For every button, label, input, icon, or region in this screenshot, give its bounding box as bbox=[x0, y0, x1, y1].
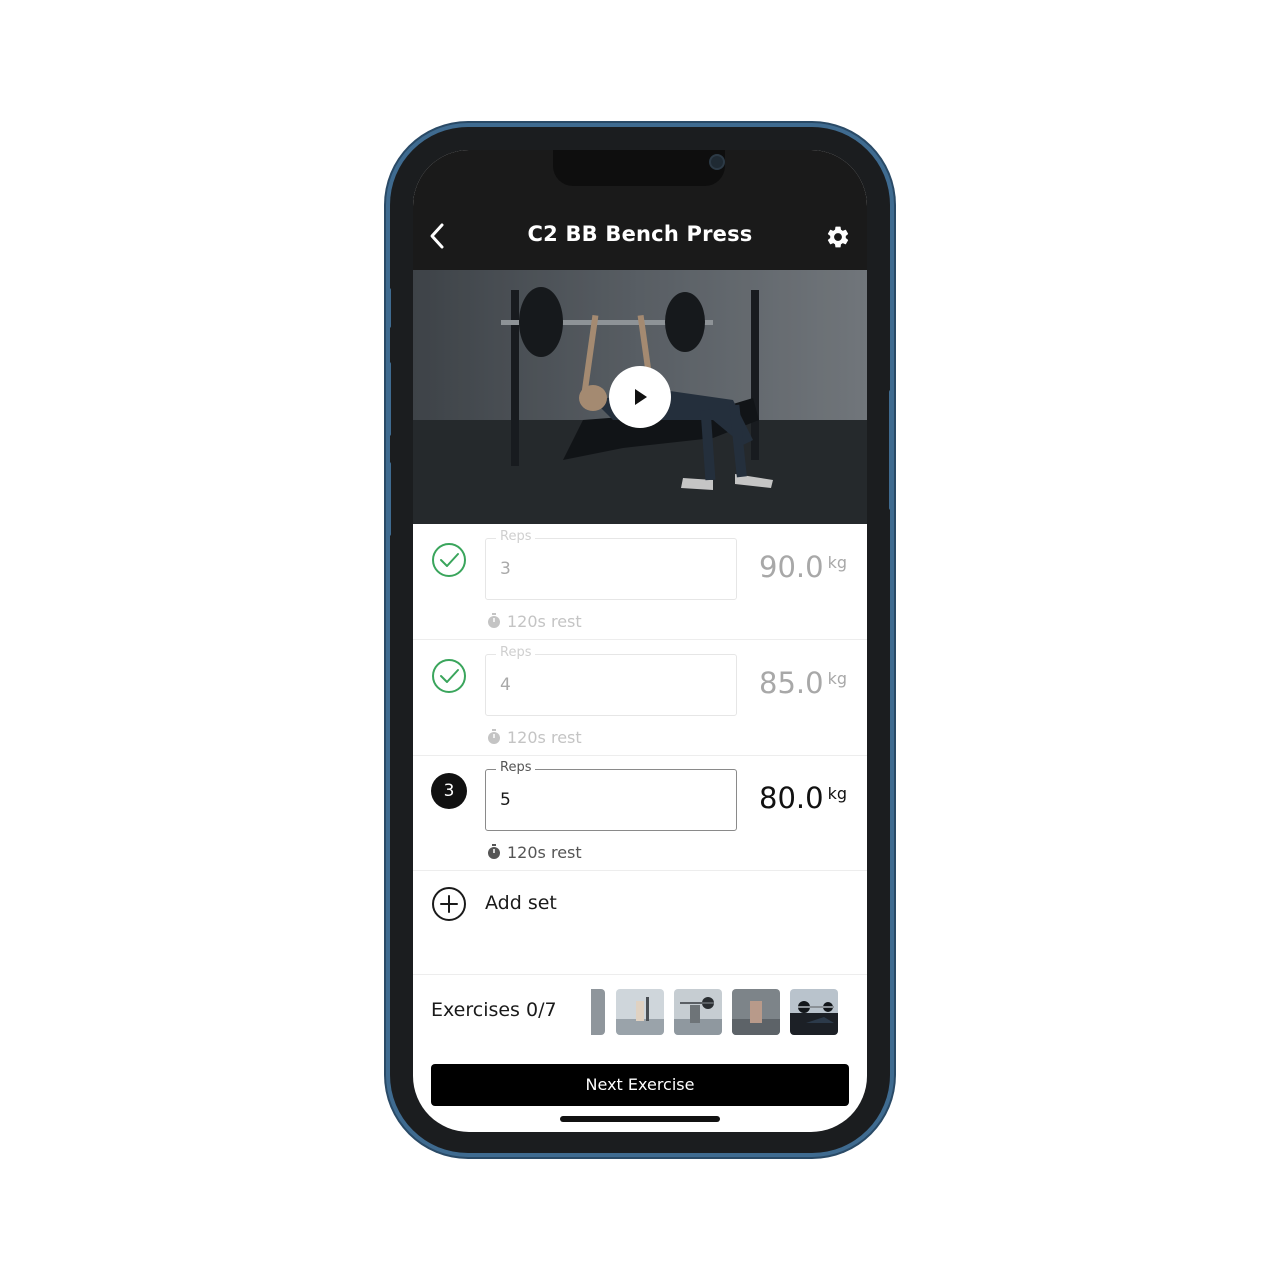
reps-field[interactable]: Reps 3 bbox=[485, 529, 737, 600]
reps-value: 3 bbox=[500, 559, 511, 579]
weight[interactable]: 85.0 kg bbox=[759, 666, 847, 700]
stopwatch-icon bbox=[488, 729, 500, 744]
next-exercise-button[interactable]: Next Exercise bbox=[431, 1064, 849, 1106]
settings-button[interactable] bbox=[825, 224, 851, 250]
reps-field[interactable]: Reps 5 bbox=[485, 760, 737, 831]
exercise-thumbnail[interactable] bbox=[732, 989, 780, 1035]
rest-timer: 120s rest bbox=[487, 843, 582, 862]
set-row-active: 3 Reps 5 80.0 kg 120s rest bbox=[413, 755, 867, 871]
exercises-progress: Exercises 0/7 bbox=[431, 999, 557, 1021]
plus-circle-icon bbox=[432, 887, 466, 921]
rest-timer: 120s rest bbox=[487, 612, 582, 631]
exercise-thumbnail-current[interactable] bbox=[790, 989, 838, 1035]
rest-label: 120s rest bbox=[507, 843, 582, 862]
exercise-thumbnail[interactable] bbox=[591, 989, 605, 1035]
volume-up-button bbox=[386, 362, 391, 436]
weight-unit: kg bbox=[827, 784, 847, 803]
add-set-button[interactable]: Add set bbox=[413, 870, 867, 974]
reps-label: Reps bbox=[496, 529, 536, 544]
weight[interactable]: 80.0 kg bbox=[759, 781, 847, 815]
reps-field[interactable]: Reps 4 bbox=[485, 645, 737, 716]
set-number-badge: 3 bbox=[431, 773, 467, 809]
stopwatch-icon bbox=[488, 613, 500, 628]
home-indicator bbox=[560, 1116, 720, 1122]
reps-value: 4 bbox=[500, 675, 511, 695]
stopwatch-icon bbox=[488, 844, 500, 859]
weight-unit: kg bbox=[827, 553, 847, 572]
front-camera bbox=[709, 154, 725, 170]
weight-value: 90.0 bbox=[759, 550, 824, 584]
exercises-bar: Exercises 0/7 bbox=[413, 974, 867, 1059]
gear-icon bbox=[827, 226, 849, 248]
check-circle-icon[interactable] bbox=[431, 542, 467, 578]
weight[interactable]: 90.0 kg bbox=[759, 550, 847, 584]
check-circle-icon[interactable] bbox=[431, 658, 467, 694]
exercise-thumbnail[interactable] bbox=[674, 989, 722, 1035]
weight-value: 85.0 bbox=[759, 666, 824, 700]
play-button[interactable] bbox=[609, 366, 671, 428]
notch bbox=[553, 150, 725, 186]
exercise-video[interactable] bbox=[413, 270, 867, 524]
reps-value: 5 bbox=[500, 790, 511, 810]
reps-label: Reps bbox=[496, 645, 536, 660]
top-bar: C2 BB Bench Press bbox=[413, 150, 867, 270]
exercise-thumbnail[interactable] bbox=[616, 989, 664, 1035]
weight-value: 80.0 bbox=[759, 781, 824, 815]
volume-down-button bbox=[386, 462, 391, 536]
rest-label: 120s rest bbox=[507, 728, 582, 747]
mute-switch bbox=[386, 288, 391, 328]
rest-timer: 120s rest bbox=[487, 728, 582, 747]
app-screen: C2 BB Bench Press Reps 3 90.0 kg 120s re… bbox=[413, 150, 867, 1132]
power-button bbox=[889, 390, 894, 510]
add-set-label: Add set bbox=[485, 892, 557, 914]
exercise-title: C2 BB Bench Press bbox=[527, 222, 753, 246]
set-row: Reps 4 85.0 kg 120s rest bbox=[413, 640, 867, 756]
play-icon bbox=[635, 389, 647, 405]
set-row: Reps 3 90.0 kg 120s rest bbox=[413, 524, 867, 640]
rest-label: 120s rest bbox=[507, 612, 582, 631]
weight-unit: kg bbox=[827, 669, 847, 688]
reps-label: Reps bbox=[496, 760, 536, 775]
